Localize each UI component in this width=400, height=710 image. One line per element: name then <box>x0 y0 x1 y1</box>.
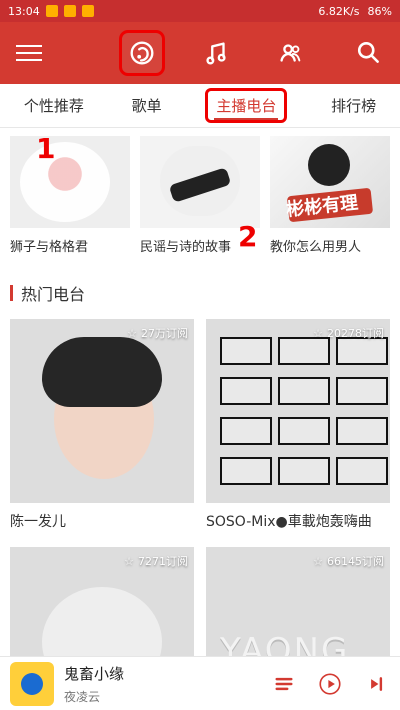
subscriber-count: 7271订阅 <box>138 555 188 568</box>
battery-text: 86% <box>367 4 392 18</box>
playlist-svg <box>275 677 293 690</box>
subscriber-count: 27万订阅 <box>141 327 188 340</box>
radio-item-4[interactable]: YAONG ☆ 66145订阅 <box>206 547 390 656</box>
car-box <box>278 377 330 405</box>
car-box <box>278 337 330 365</box>
tab-radio[interactable]: 主播电台 <box>205 88 288 123</box>
hot-radio-section: 热门电台 <box>0 281 400 305</box>
radio-name: 陈一发儿 <box>10 514 66 530</box>
annotation-number-1: 1 <box>36 132 56 165</box>
search-svg <box>357 41 379 63</box>
radio-item-1[interactable]: ☆ 27万订阅 陈一发儿 <box>10 319 194 531</box>
music-note-svg <box>206 42 226 65</box>
tab-playlists[interactable]: 歌单 <box>128 87 166 124</box>
music-app-svg <box>130 41 154 65</box>
thumb-folk <box>140 136 260 228</box>
play-icon[interactable] <box>316 670 344 698</box>
subscriber-count: 20278订阅 <box>327 327 384 340</box>
image-text: YAONG <box>220 631 350 656</box>
subscriber-badge: ☆ 27万订阅 <box>127 325 188 341</box>
radio-name: SOSO-Mix●車載炮轰嗨曲 <box>206 514 372 530</box>
car-box <box>220 377 272 405</box>
thumb-lion <box>10 136 130 228</box>
shoe-illustration <box>160 146 240 216</box>
top-nav <box>119 30 310 76</box>
subscriber-count: 66145订阅 <box>327 555 384 568</box>
radio-image-2: ☆ 20278订阅 <box>206 319 390 503</box>
annotation-number-2: 2 <box>238 220 258 253</box>
menu-icon[interactable] <box>16 42 48 64</box>
friends-svg <box>280 44 301 62</box>
friends-icon[interactable] <box>270 33 310 73</box>
subscriber-badge: ☆ 66145订阅 <box>313 553 384 569</box>
status-icon-3 <box>81 5 94 17</box>
time-text: 13:04 <box>8 4 40 18</box>
status-bar: 13:04 6.82K/s 86% <box>0 0 400 22</box>
radio-image-4: YAONG ☆ 66145订阅 <box>206 547 390 656</box>
tab-charts[interactable]: 排行榜 <box>327 87 380 124</box>
tab-personal[interactable]: 个性推荐 <box>20 87 88 124</box>
section-title: 热门电台 <box>21 285 86 304</box>
car-box <box>220 337 272 365</box>
next-svg <box>371 676 383 691</box>
subscriber-badge: ☆ 20278订阅 <box>313 325 384 341</box>
network-speed: 6.82K/s <box>318 4 360 18</box>
car-box <box>336 377 388 405</box>
car-box <box>220 417 272 445</box>
star-icon: ☆ <box>313 555 323 568</box>
radio-grid: ☆ 27万订阅 陈一发儿 ☆ 20278订阅 SOSO-Mix●車載炮轰嗨曲 ☆… <box>0 305 400 656</box>
player-meta: 鬼畜小缘 夜凌云 <box>64 663 124 705</box>
star-icon: ☆ <box>127 327 137 340</box>
search-icon[interactable] <box>354 38 382 66</box>
status-icon-1 <box>45 5 58 17</box>
car-box <box>278 417 330 445</box>
star-icon: ☆ <box>313 327 323 340</box>
track-artist: 夜凌云 <box>64 689 101 704</box>
radio-item-2[interactable]: ☆ 20278订阅 SOSO-Mix●車載炮轰嗨曲 <box>206 319 390 531</box>
status-left: 13:04 <box>8 5 94 18</box>
status-icon-2 <box>63 5 76 17</box>
music-app-icon[interactable] <box>119 30 165 76</box>
play-svg <box>319 672 341 695</box>
mini-player[interactable]: 鬼畜小缘 夜凌云 <box>0 656 400 710</box>
next-icon[interactable] <box>362 670 390 698</box>
radio-image-1: ☆ 27万订阅 <box>10 319 194 503</box>
car-box <box>278 457 330 485</box>
car-box <box>336 417 388 445</box>
car-box <box>336 457 388 485</box>
star-icon: ☆ <box>124 555 134 568</box>
content-area: 狮子与格格君 民谣与诗的故事 彬彬有理 教你怎么用男人 热门电台 ☆ 27万订阅 … <box>0 128 400 656</box>
card-caption: 狮子与格格君 <box>10 240 89 255</box>
card-lion[interactable]: 狮子与格格君 <box>10 136 130 255</box>
card-caption: 教你怎么用男人 <box>270 240 362 255</box>
section-bar <box>10 285 13 301</box>
player-controls <box>270 670 390 698</box>
card-men[interactable]: 彬彬有理 教你怎么用男人 <box>270 136 390 255</box>
car-box <box>336 337 388 365</box>
tab-bar: 个性推荐 歌单 主播电台 排行榜 <box>0 84 400 128</box>
status-right: 6.82K/s 86% <box>318 5 392 18</box>
subscriber-badge: ☆ 7271订阅 <box>124 553 188 569</box>
app-top-bar <box>0 22 400 84</box>
track-title: 鬼畜小缘 <box>64 664 125 683</box>
music-note-icon[interactable] <box>196 33 236 73</box>
radio-item-3[interactable]: ☆ 7271订阅 <box>10 547 194 656</box>
album-avatar <box>10 661 54 706</box>
radio-image-3: ☆ 7271订阅 <box>10 547 194 656</box>
playlist-icon[interactable] <box>270 670 298 698</box>
top-cards-row: 狮子与格格君 民谣与诗的故事 彬彬有理 教你怎么用男人 <box>0 128 400 255</box>
car-box <box>220 457 272 485</box>
flower-illustration <box>20 142 110 222</box>
thumb-men: 彬彬有理 <box>270 136 390 228</box>
